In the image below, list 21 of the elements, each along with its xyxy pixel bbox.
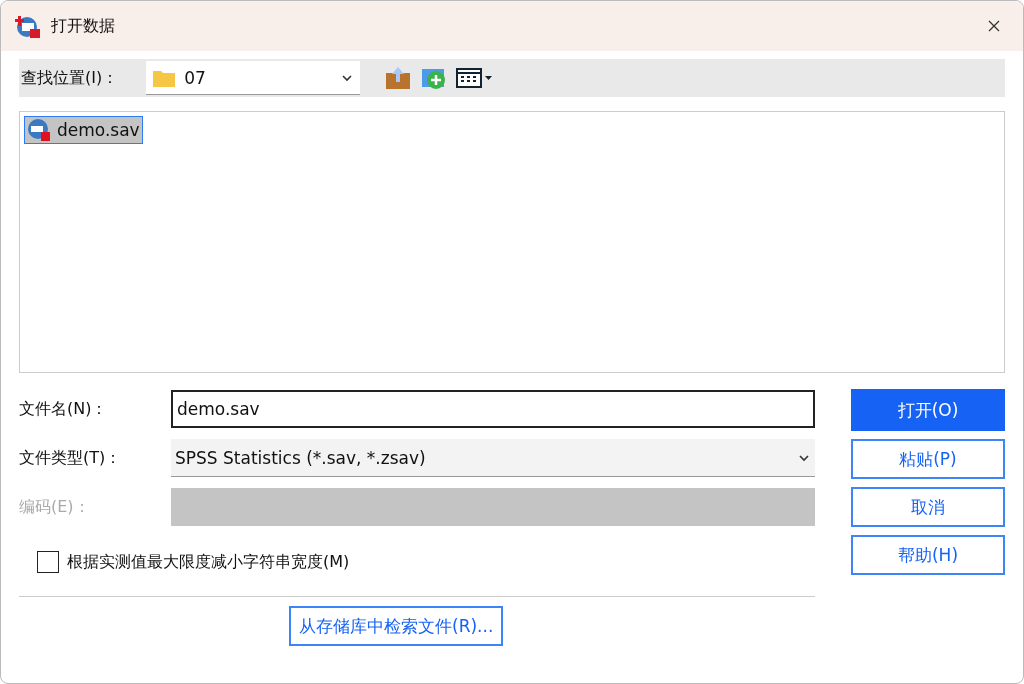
field-label: 编码(E)： [19, 496, 90, 516]
field-label: 文件名(N)： [19, 398, 108, 418]
select-field[interactable]: SPSS Statistics (*.sav, *.zsav) [171, 439, 815, 477]
look-in-label: 查找位置(I)： [21, 67, 119, 89]
up-folder-icon[interactable] [384, 65, 413, 91]
window-title: 打开数据 [51, 15, 116, 37]
dialog-button[interactable]: 取消 [851, 487, 1005, 527]
checkbox-label: 根据实测值最大限度减小字符串宽度(M) [67, 551, 350, 573]
checkbox[interactable] [37, 551, 59, 573]
close-icon [988, 20, 1000, 32]
retrieve-from-repository-button[interactable]: 从存储库中检索文件(R)... [289, 606, 504, 646]
view-menu-icon[interactable] [456, 67, 495, 89]
field-label: 文件类型(T)： [19, 447, 122, 467]
data-file-icon [27, 118, 51, 142]
look-in-dropdown[interactable]: 07 [146, 61, 361, 95]
file-name-field[interactable]: demo.sav [171, 390, 815, 428]
dialog-button[interactable]: 帮助(H) [851, 535, 1005, 575]
dialog-button[interactable]: 粘贴(P) [851, 439, 1005, 479]
app-icon [15, 13, 41, 39]
dialog-button[interactable]: 打开(O) [851, 389, 1005, 431]
file-item[interactable]: demo.sav [24, 116, 143, 144]
